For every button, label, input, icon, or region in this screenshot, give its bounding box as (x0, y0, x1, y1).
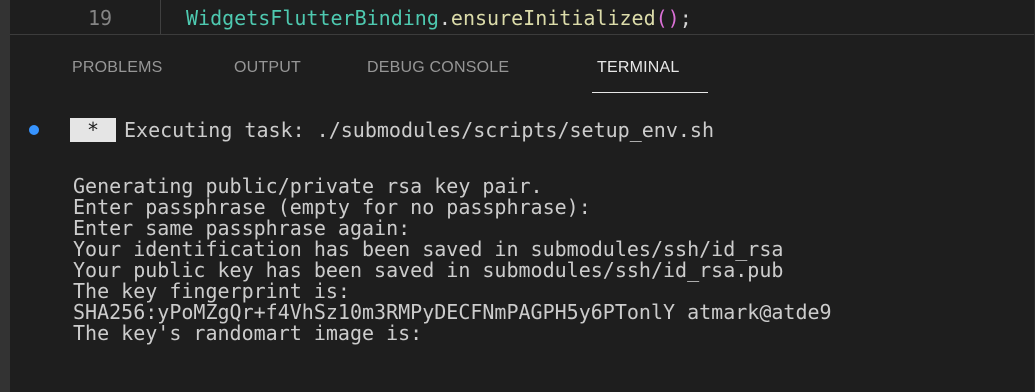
code-class-token: WidgetsFlutterBinding (186, 6, 439, 30)
line-number: 19 (88, 6, 113, 30)
tab-output[interactable]: OUTPUT (234, 58, 301, 78)
task-marker-badge: * (70, 118, 116, 142)
active-tab-indicator (592, 92, 708, 93)
terminal-line: Generating public/private rsa key pair. (73, 174, 543, 198)
editor-code-strip: 19 WidgetsFlutterBinding.ensureInitializ… (10, 0, 1035, 34)
code-paren-token: () (655, 6, 680, 30)
terminal-view[interactable]: * Executing task: ./submodules/scripts/s… (10, 99, 1035, 392)
terminal-line: The key's randomart image is: (73, 321, 423, 345)
terminal-line: SHA256:yPoMZgQr+f4VhSz10m3RMPyDECFNmPAGP… (73, 300, 832, 324)
terminal-output: Generating public/private rsa key pair. … (73, 176, 832, 344)
code-line[interactable]: WidgetsFlutterBinding.ensureInitialized(… (186, 6, 692, 30)
indent-guide (160, 0, 161, 34)
task-line: Executing task: ./submodules/scripts/set… (124, 118, 715, 142)
task-status-dot-icon[interactable] (29, 125, 39, 135)
panel-tab-bar: PROBLEMS OUTPUT DEBUG CONSOLE TERMINAL (10, 35, 1035, 99)
activity-bar-edge (0, 0, 10, 392)
terminal-line: Your public key has been saved in submod… (73, 258, 784, 282)
code-method-token: ensureInitialized (450, 6, 656, 30)
tab-problems[interactable]: PROBLEMS (72, 58, 163, 78)
tab-debug-console[interactable]: DEBUG CONSOLE (367, 58, 509, 78)
tab-terminal[interactable]: TERMINAL (597, 58, 680, 78)
code-semicolon-token: ; (679, 6, 692, 30)
terminal-line: Your identification has been saved in su… (73, 237, 784, 261)
terminal-line: Enter passphrase (empty for no passphras… (73, 195, 591, 219)
terminal-line: Enter same passphrase again: (73, 216, 411, 240)
terminal-line: The key fingerprint is: (73, 279, 350, 303)
code-dot-token: . (438, 6, 451, 30)
